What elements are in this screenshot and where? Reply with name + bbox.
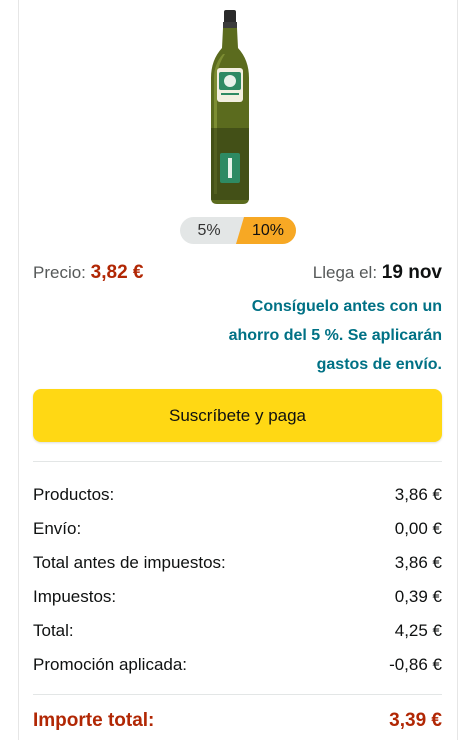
summary-label: Envío: [33, 519, 82, 538]
price-info: Precio: 3,82 € [33, 262, 143, 284]
frame-border-left [18, 0, 19, 740]
summary-label: Impuestos: [33, 587, 117, 606]
promo-message[interactable]: Consíguelo antes con un ahorro del 5 %. … [182, 292, 442, 379]
promo-line-2: ahorro del 5 %. Se aplicarán [228, 327, 442, 344]
summary-row-taxes: Impuestos: 0,39 € [33, 580, 442, 614]
summary-label: Promoción aplicada: [33, 655, 188, 674]
grand-total-value: 3,39 € [389, 710, 442, 731]
subscribe-and-pay-button[interactable]: Suscríbete y paga [33, 389, 442, 442]
discount-option-5[interactable]: 5% [180, 217, 238, 244]
summary-value: 3,86 € [394, 553, 442, 572]
summary-row-total: Total: 4,25 € [33, 614, 442, 648]
summary-row-subtotal: Total antes de impuestos: 3,86 € [33, 546, 442, 580]
divider [33, 461, 442, 462]
promo-line-1: Consíguelo antes con un [251, 298, 442, 315]
delivery-date: 19 nov [381, 262, 442, 283]
promo-line-3: gastos de envío. [316, 356, 442, 373]
grand-total-label: Importe total: [33, 710, 155, 731]
discount-selector: 5% 10% [180, 217, 296, 244]
price-value: 3,82 € [90, 262, 144, 283]
summary-label: Productos: [33, 485, 115, 504]
frame-border-right [457, 0, 458, 740]
order-summary: Productos: 3,86 € Envío: 0,00 € Total an… [33, 478, 442, 682]
summary-label: Total: [33, 621, 74, 640]
product-image [211, 10, 249, 204]
grand-total: Importe total: 3,39 € [33, 710, 442, 732]
summary-value: 3,86 € [394, 485, 442, 504]
summary-row-shipping: Envío: 0,00 € [33, 512, 442, 546]
summary-value: 4,25 € [394, 621, 442, 640]
summary-value: 0,00 € [394, 519, 442, 538]
discount-option-10-selected[interactable]: 10% [236, 217, 296, 244]
summary-row-promotion: Promoción aplicada: -0,86 € [33, 648, 442, 682]
summary-value: 0,39 € [394, 587, 442, 606]
delivery-label: Llega el: [312, 263, 378, 282]
delivery-info: Llega el: 19 nov [313, 262, 442, 284]
summary-label: Total antes de impuestos: [33, 553, 226, 572]
summary-row-products: Productos: 3,86 € [33, 478, 442, 512]
price-label: Precio: [33, 263, 86, 282]
summary-value: -0,86 € [389, 655, 442, 674]
divider [33, 694, 442, 695]
